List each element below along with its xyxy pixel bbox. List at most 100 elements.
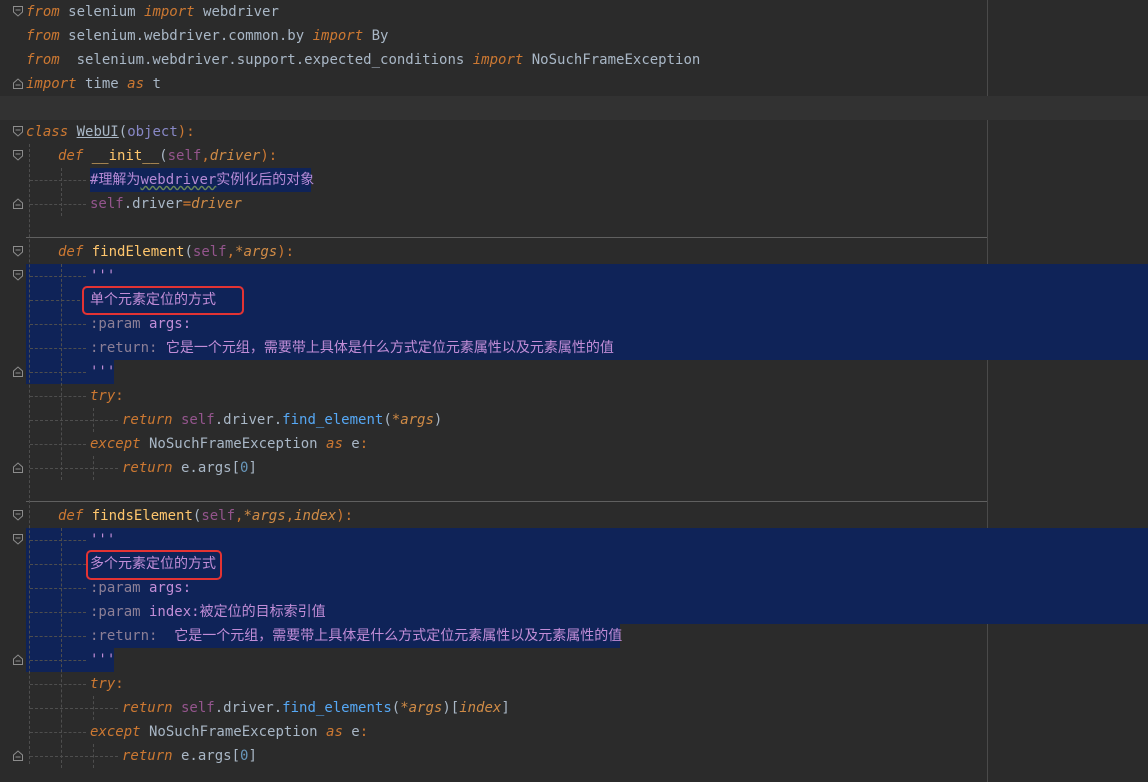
fold-close-icon[interactable] (13, 366, 23, 377)
code-editor[interactable]: from selenium import webdriver from sele… (0, 0, 1148, 782)
punctuation: ): (277, 244, 295, 260)
code-line-15[interactable]: :return: 它是一个元组，需要带上具体是什么方式定位元素属性以及元素属性的… (90, 336, 614, 360)
punctuation: ) (433, 412, 443, 428)
code-line-8[interactable]: #理解为webdriver实例化后的对象 (90, 168, 314, 192)
punctuation: : (359, 436, 369, 452)
punctuation: : (359, 724, 369, 740)
fold-open-icon[interactable] (13, 6, 23, 17)
code-line-9[interactable]: self.driver=driver (90, 192, 242, 216)
fold-close-icon[interactable] (13, 462, 23, 473)
indent-guide (30, 660, 86, 661)
doc-param-name: args (140, 580, 183, 596)
fold-open-icon[interactable] (13, 246, 23, 257)
fold-open-icon[interactable] (13, 534, 23, 545)
keyword: as (127, 76, 145, 92)
code-line-12[interactable]: ''' (90, 264, 115, 288)
keyword: try (90, 676, 116, 692)
indent-guide (30, 180, 86, 181)
fold-open-icon[interactable] (13, 150, 23, 161)
indent-guide (30, 372, 86, 373)
punctuation: ( (159, 148, 168, 164)
parameter: *args (235, 244, 278, 260)
doc-tag: :param (90, 580, 141, 596)
indent-guide (30, 420, 118, 421)
fold-close-icon[interactable] (13, 750, 23, 761)
fold-close-icon[interactable] (13, 198, 23, 209)
comment-text: 实例化后的对象 (216, 172, 315, 188)
indent-guide (30, 324, 86, 325)
code-line-24[interactable]: 多个元素定位的方式 (90, 552, 216, 576)
code-line-6[interactable]: class WebUI(object): (26, 120, 195, 144)
code-line-1[interactable]: from selenium import webdriver (26, 0, 279, 24)
self-keyword: self (172, 412, 215, 428)
code-line-7[interactable]: def __init__(self,driver): (58, 144, 277, 168)
code-line-22[interactable]: def findsElement(self,*args,index): (58, 504, 353, 528)
code-line-23[interactable]: ''' (90, 528, 115, 552)
variable: e (342, 724, 360, 740)
fold-open-icon[interactable] (13, 270, 23, 281)
fold-open-icon[interactable] (13, 126, 23, 137)
code-line-16[interactable]: ''' (90, 360, 115, 384)
import-name: webdriver (194, 4, 279, 20)
indent-guide (30, 732, 86, 733)
parameter: index (459, 700, 502, 716)
keyword: as (326, 436, 343, 452)
parameter: *args (391, 412, 434, 428)
self-keyword: self (201, 508, 236, 524)
doc-text: 它是一个元组，需要带上具体是什么方式定位元素属性以及元素属性的值 (157, 340, 614, 356)
code-line-26[interactable]: :param index:被定位的目标索引值 (90, 600, 326, 624)
code-line-2[interactable]: from selenium.webdriver.common.by import… (26, 24, 388, 48)
comment-text: 理解为 (98, 172, 141, 188)
code-line-11[interactable]: def findElement(self,*args): (58, 240, 294, 264)
indent-guide (30, 348, 86, 349)
punctuation: ( (184, 244, 193, 260)
doc-tag: :return: (90, 340, 158, 356)
method-call: find_element (282, 412, 384, 428)
keyword: return (122, 700, 173, 716)
punctuation: : (115, 388, 124, 404)
indent-guide (30, 300, 80, 301)
parameter: *args (243, 508, 286, 524)
code-line-14[interactable]: :param args: (90, 312, 191, 336)
indent-guide (30, 612, 86, 613)
builtin-name: object (127, 124, 178, 140)
self-keyword: self (167, 148, 202, 164)
punctuation: , (226, 244, 236, 260)
code-line-28[interactable]: ''' (90, 648, 115, 672)
code-line-17[interactable]: try: (90, 384, 124, 408)
doc-punctuation: : (182, 316, 192, 332)
indent-guide (30, 468, 118, 469)
parameter: index (294, 508, 337, 524)
code-line-18[interactable]: return self.driver.find_element(*args) (122, 408, 442, 432)
code-line-25[interactable]: :param args: (90, 576, 191, 600)
code-line-31[interactable]: except NoSuchFrameException as e: (90, 720, 368, 744)
fold-open-icon[interactable] (13, 510, 23, 521)
parameter: *args (400, 700, 443, 716)
punctuation: ( (391, 700, 401, 716)
punctuation: ): (177, 124, 195, 140)
fold-close-icon[interactable] (13, 78, 23, 89)
module-name: selenium (59, 4, 145, 20)
punctuation: ( (118, 124, 128, 140)
code-line-13[interactable]: 单个元素定位的方式 (90, 288, 216, 312)
code-line-19[interactable]: except NoSuchFrameException as e: (90, 432, 368, 456)
code-line-30[interactable]: return self.driver.find_elements(*args)[… (122, 696, 510, 720)
code-line-32[interactable]: return e.args[0] (122, 744, 257, 768)
import-name: NoSuchFrameException (523, 52, 701, 68)
code-line-20[interactable]: return e.args[0] (122, 456, 257, 480)
fold-close-icon[interactable] (13, 654, 23, 665)
keyword: return (122, 748, 173, 764)
code-line-4[interactable]: import time as t (26, 72, 161, 96)
parameter: driver (191, 196, 242, 212)
code-line-29[interactable]: try: (90, 672, 124, 696)
comment-word: webdriver (140, 172, 217, 188)
code-line-3[interactable]: from selenium.webdriver.support.expected… (26, 48, 700, 72)
module-name: selenium.webdriver.common.by (59, 28, 313, 44)
method-separator (26, 501, 987, 502)
keyword: except (90, 436, 141, 452)
doc-tag: :param (90, 316, 141, 332)
keyword: def (58, 148, 84, 164)
keyword: import (472, 52, 524, 68)
keyword: def (58, 508, 84, 524)
code-line-27[interactable]: :return: 它是一个元组，需要带上具体是什么方式定位元素属性以及元素属性的… (90, 624, 622, 648)
